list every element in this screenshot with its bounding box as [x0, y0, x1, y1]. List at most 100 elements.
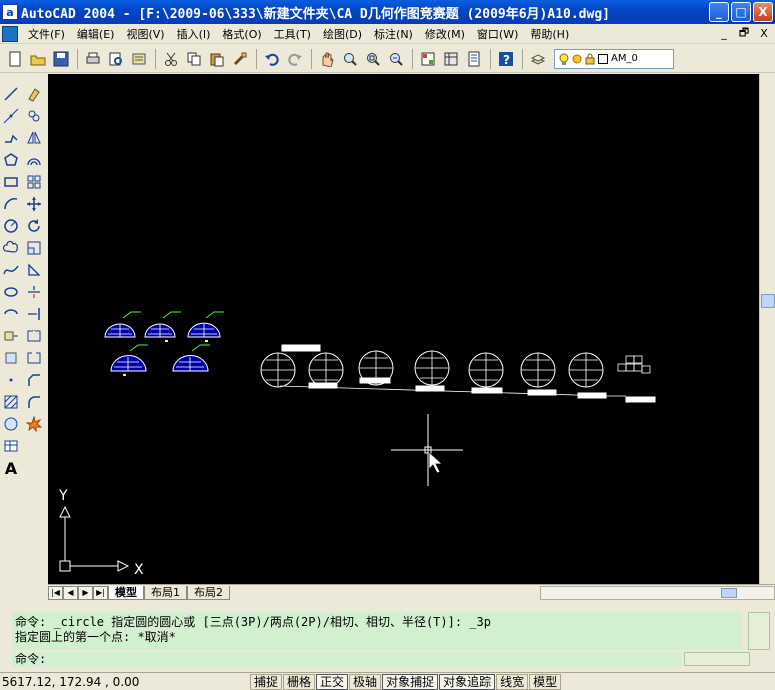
table-icon[interactable]	[1, 435, 21, 457]
menu-insert[interactable]: 插入(I)	[171, 26, 217, 42]
tab-model[interactable]: 模型	[108, 585, 144, 600]
command-horizontal-scrollbar[interactable]	[684, 652, 750, 666]
polar-toggle[interactable]: 极轴	[349, 673, 382, 690]
menu-window[interactable]: 窗口(W)	[471, 26, 524, 42]
tab-layout2[interactable]: 布局2	[187, 585, 230, 600]
move-icon[interactable]	[24, 193, 44, 215]
fillet-icon[interactable]	[24, 391, 44, 413]
make-block-icon[interactable]	[1, 347, 21, 369]
open-icon[interactable]	[27, 48, 49, 70]
pan-icon[interactable]	[316, 48, 338, 70]
osnap-toggle[interactable]: 对象捕捉	[382, 673, 439, 690]
doc-restore-button[interactable]: 🗗	[735, 26, 753, 42]
mirror-icon[interactable]	[24, 127, 44, 149]
ellipse-arc-icon[interactable]	[1, 303, 21, 325]
chamfer-icon[interactable]	[24, 369, 44, 391]
prev-tab-arrow-icon[interactable]: ◀	[63, 585, 78, 600]
erase-icon[interactable]	[24, 83, 44, 105]
line-icon[interactable]	[1, 83, 21, 105]
explode-icon[interactable]	[24, 413, 44, 435]
region-icon[interactable]	[1, 413, 21, 435]
doc-minimize-button[interactable]: _	[715, 26, 733, 42]
trim-icon[interactable]	[24, 281, 44, 303]
properties-icon[interactable]	[417, 48, 439, 70]
construction-line-icon[interactable]	[1, 105, 21, 127]
undo-icon[interactable]	[261, 48, 283, 70]
menu-draw[interactable]: 绘图(D)	[317, 26, 368, 42]
drawing-vertical-scrollbar[interactable]	[759, 74, 775, 584]
copy-icon[interactable]	[183, 48, 205, 70]
extend-icon[interactable]	[24, 303, 44, 325]
zoom-window-icon[interactable]	[362, 48, 384, 70]
zoom-realtime-icon[interactable]	[339, 48, 361, 70]
menu-tools[interactable]: 工具(T)	[268, 26, 317, 42]
first-tab-arrow-icon[interactable]: |◀	[48, 585, 63, 600]
design-center-icon[interactable]	[440, 48, 462, 70]
preview-icon[interactable]	[105, 48, 127, 70]
scroll-thumb[interactable]	[761, 294, 775, 308]
next-tab-arrow-icon[interactable]: ▶	[78, 585, 93, 600]
copy-object-icon[interactable]	[24, 105, 44, 127]
grid-toggle[interactable]: 栅格	[283, 673, 316, 690]
minimize-button[interactable]: _	[709, 2, 729, 22]
insert-block-icon[interactable]	[1, 325, 21, 347]
cut-icon[interactable]	[160, 48, 182, 70]
publish-icon[interactable]	[128, 48, 150, 70]
ellipse-icon[interactable]	[1, 281, 21, 303]
revision-cloud-icon[interactable]	[1, 237, 21, 259]
title-bar[interactable]: a AutoCAD 2004 - [F:\2009-06\333\新建文件夹\C…	[0, 0, 775, 24]
polygon-icon[interactable]	[1, 149, 21, 171]
menu-format[interactable]: 格式(O)	[216, 26, 267, 42]
scale-icon[interactable]	[24, 237, 44, 259]
lineweight-toggle[interactable]: 线宽	[496, 673, 529, 690]
layer-dropdown[interactable]: AM_0	[554, 48, 674, 69]
menu-view[interactable]: 视图(V)	[120, 26, 170, 42]
doc-close-button[interactable]: X	[755, 26, 773, 42]
rotate-icon[interactable]	[24, 215, 44, 237]
new-icon[interactable]	[4, 48, 26, 70]
last-tab-arrow-icon[interactable]: ▶|	[93, 585, 108, 600]
snap-toggle[interactable]: 捕捉	[250, 673, 283, 690]
help-icon[interactable]: ?	[495, 48, 517, 70]
offset-icon[interactable]	[24, 149, 44, 171]
mtext-icon[interactable]: A	[1, 457, 21, 479]
stretch-icon[interactable]	[24, 259, 44, 281]
circle-icon[interactable]	[1, 215, 21, 237]
drawing-horizontal-scrollbar[interactable]	[540, 585, 775, 600]
document-icon[interactable]	[2, 25, 18, 42]
maximize-button[interactable]: □	[731, 2, 751, 22]
menu-dimension[interactable]: 标注(N)	[368, 26, 419, 42]
drawing-canvas[interactable]: Y X	[48, 74, 759, 584]
command-input[interactable]: 命令:	[12, 652, 682, 667]
arc-icon[interactable]	[1, 193, 21, 215]
point-icon[interactable]	[1, 369, 21, 391]
coordinate-readout[interactable]: 5617.12, 172.94 , 0.00	[0, 675, 250, 689]
scroll-thumb[interactable]	[721, 587, 737, 598]
menu-file[interactable]: 文件(F)	[22, 26, 71, 42]
model-toggle[interactable]: 模型	[529, 673, 562, 690]
polyline-icon[interactable]	[1, 127, 21, 149]
menu-modify[interactable]: 修改(M)	[419, 26, 471, 42]
hatch-icon[interactable]	[1, 391, 21, 413]
break-icon[interactable]	[24, 347, 44, 369]
tool-palettes-icon[interactable]	[463, 48, 485, 70]
close-button[interactable]: X	[753, 2, 773, 22]
array-icon[interactable]	[24, 171, 44, 193]
menu-edit[interactable]: 编辑(E)	[71, 26, 121, 42]
paste-icon[interactable]	[206, 48, 228, 70]
menu-help[interactable]: 帮助(H)	[524, 26, 575, 42]
match-properties-icon[interactable]	[229, 48, 251, 70]
command-vertical-scrollbar[interactable]	[748, 612, 770, 650]
ortho-toggle[interactable]: 正交	[316, 673, 349, 690]
rectangle-icon[interactable]	[1, 171, 21, 193]
spline-icon[interactable]	[1, 259, 21, 281]
zoom-previous-icon[interactable]	[385, 48, 407, 70]
save-icon[interactable]	[50, 48, 72, 70]
otrack-toggle[interactable]: 对象追踪	[439, 673, 496, 690]
autocad-app-icon[interactable]: a	[2, 4, 18, 20]
redo-icon[interactable]	[284, 48, 306, 70]
break-at-point-icon[interactable]	[24, 325, 44, 347]
print-icon[interactable]	[82, 48, 104, 70]
layer-manager-icon[interactable]	[527, 48, 549, 70]
tab-layout1[interactable]: 布局1	[144, 585, 187, 600]
